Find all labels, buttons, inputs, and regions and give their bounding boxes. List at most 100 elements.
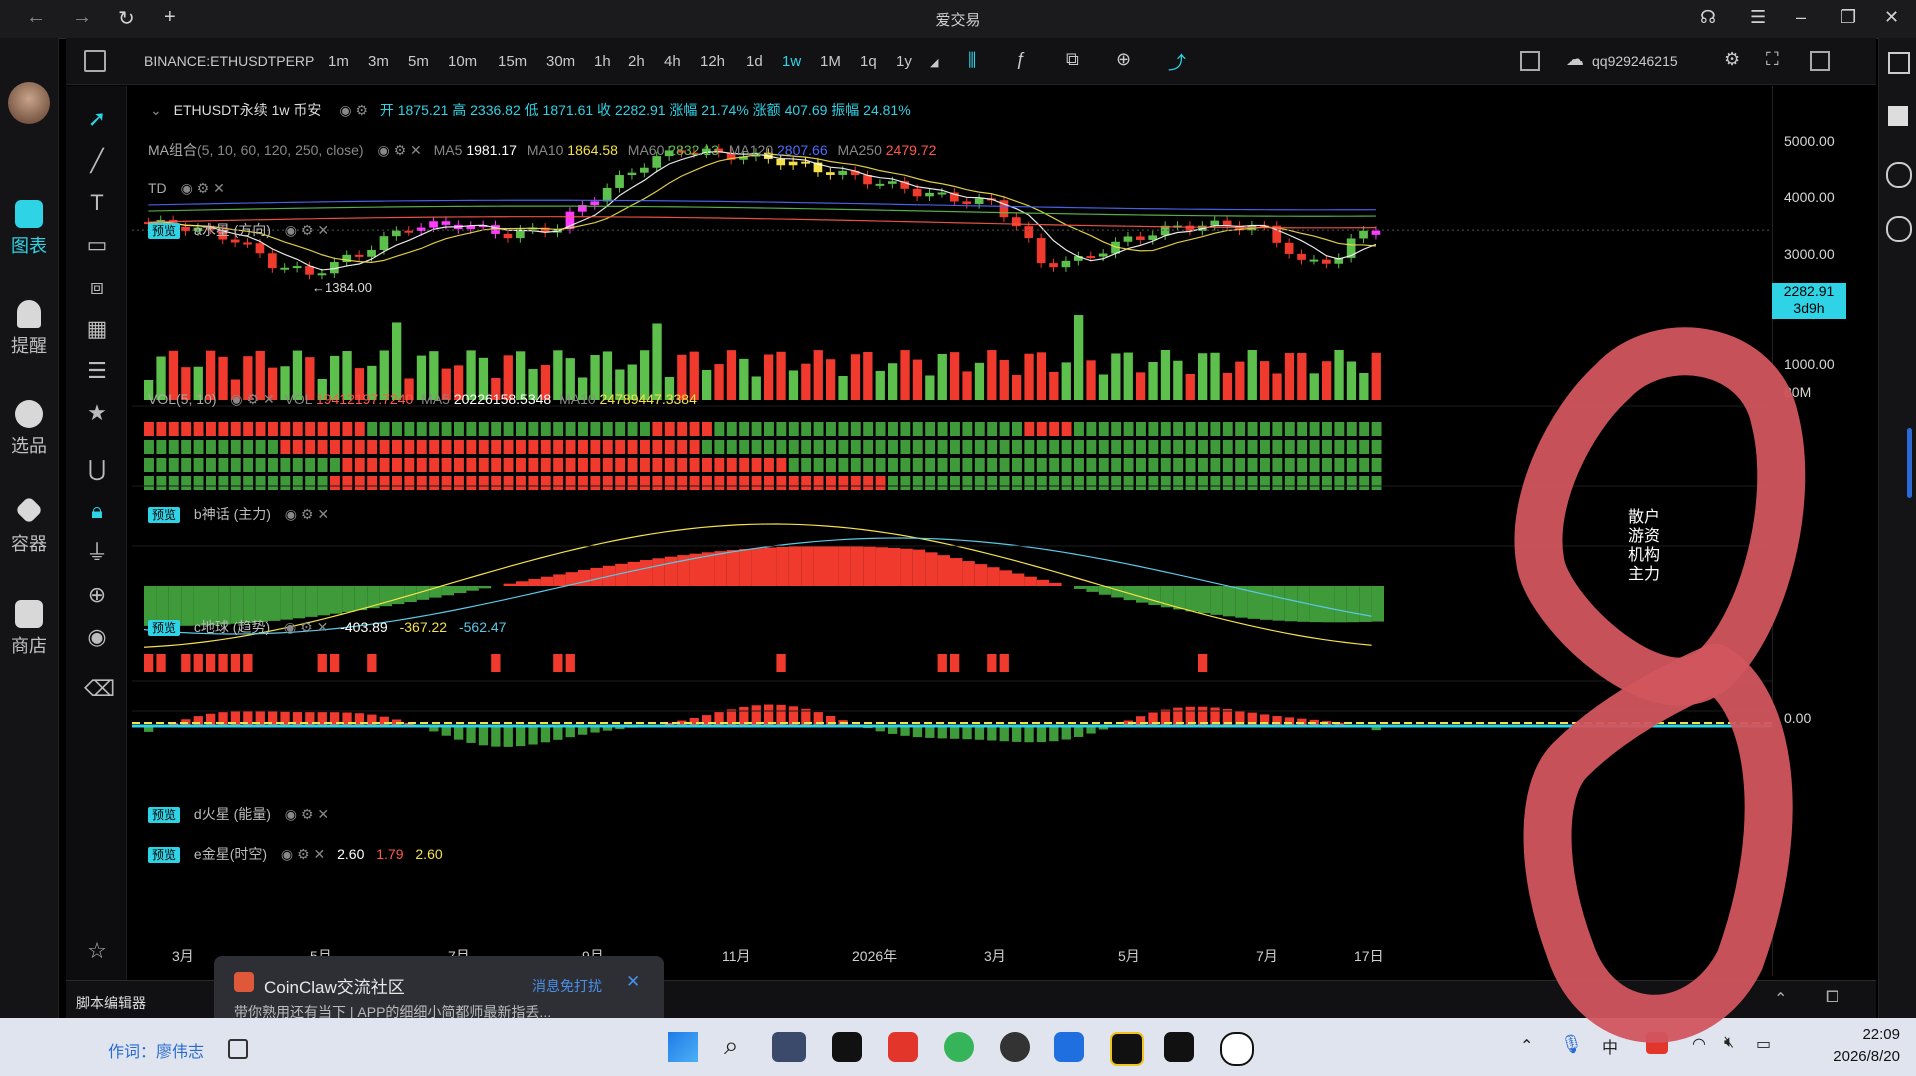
eye-icon[interactable]: ◉ [285,806,297,822]
sidebar-toggle-icon[interactable] [84,50,106,72]
wps-icon[interactable] [888,1032,918,1062]
timeframe-30m[interactable]: 30m [546,53,575,70]
close-icon[interactable]: ✕ [213,180,225,196]
eye-icon[interactable]: ◉ [285,222,297,238]
trendline-icon[interactable]: ╱ [84,148,110,174]
timeframe-3m[interactable]: 3m [368,53,389,70]
settings-icon[interactable]: ⚙ [301,806,314,822]
menu-icon[interactable]: ☰ [1750,7,1766,28]
app-icon-1[interactable] [772,1032,806,1062]
nav-item-picker[interactable]: 选品 [0,400,58,458]
avatar[interactable] [8,82,50,124]
close-icon[interactable]: ✕ [263,391,275,407]
close-icon[interactable]: ✕ [317,506,329,522]
settings-icon[interactable]: ⚙ [394,142,407,158]
chart-canvas[interactable]: ←1384.00 [132,86,1772,976]
close-icon[interactable]: ✕ [1884,7,1899,28]
star-tool-icon[interactable]: ★ [84,400,110,426]
eye-hide-icon[interactable]: ◉ [84,624,110,650]
speaker-mute-icon[interactable]: 🔇︎ [1724,1034,1734,1052]
close-icon[interactable]: ✕ [317,619,329,635]
aijiaoyi-icon[interactable] [1110,1032,1144,1066]
crop-icon[interactable]: ⧈ [84,274,110,300]
timeframe-1M[interactable]: 1M [820,53,841,70]
close-notification-icon[interactable]: ✕ [626,972,640,992]
close-icon[interactable]: ✕ [317,806,329,822]
settings-icon[interactable]: ⚙ [301,506,314,522]
headset-icon[interactable]: ☊ [1700,7,1716,28]
symbol-selector[interactable]: BINANCE:ETHUSDTPERP [144,53,314,69]
settings-icon[interactable]: ⚙ [1724,49,1740,70]
eye-icon[interactable]: ◉ [181,180,193,196]
alert-add-icon[interactable]: ⊕ [1116,49,1131,70]
timeframe-1q[interactable]: 1q [860,53,877,70]
timeframe-15m[interactable]: 15m [498,53,527,70]
timeframe-1w[interactable]: 1w [782,53,801,70]
nav-item-chart[interactable]: 图表 [0,200,58,258]
settings-icon[interactable]: ⚙ [197,180,210,196]
watchlist-icon[interactable] [1888,52,1910,74]
compare-icon[interactable]: ⧉ [1066,49,1079,70]
favorite-icon[interactable]: ☆ [84,938,110,964]
magnet-icon[interactable]: ⋃ [84,456,110,482]
wifi-icon[interactable]: ◠ [1692,1034,1706,1054]
script-editor-tab[interactable]: 脚本编辑器 [76,993,146,1013]
eraser-icon[interactable]: ⌫ [84,676,115,702]
timeframe-12h[interactable]: 12h [700,53,725,70]
panel-toggle-icon[interactable] [1810,51,1830,71]
eye-icon[interactable]: ◉ [281,846,293,862]
collapse-icon[interactable]: ⌄ [150,102,162,118]
eye-icon[interactable]: ◉ [285,506,297,522]
qq-chat-icon[interactable] [1164,1032,1194,1062]
candle-style-icon[interactable]: ⫼ [968,50,976,71]
maximize-panel-icon[interactable]: ⧠ [1826,989,1839,1007]
close-icon[interactable]: ✕ [317,222,329,238]
timeframe-1d[interactable]: 1d [746,53,763,70]
target-icon[interactable]: ⊕ [84,582,110,608]
timeframe-10m[interactable]: 10m [448,53,477,70]
timeframe-1m[interactable]: 1m [328,53,349,70]
news-icon[interactable] [1888,106,1908,126]
settings-icon[interactable]: ⚙ [355,102,368,118]
fib-icon[interactable]: ☰ [84,358,110,384]
user-account[interactable]: qq929246215 [1592,53,1678,69]
minimize-icon[interactable]: – [1796,7,1806,28]
price-scale[interactable] [1772,86,1877,976]
settings-icon[interactable]: ⚙ [246,391,259,407]
expand-icon[interactable]: ⌃ [1774,989,1787,1009]
mute-button[interactable]: 消息免打扰 [532,976,602,996]
eye-icon[interactable]: ◉ [230,391,242,407]
text-icon[interactable]: T [84,190,110,216]
timeframe-4h[interactable]: 4h [664,53,681,70]
timeframe-1h[interactable]: 1h [594,53,611,70]
edge-icon[interactable] [944,1032,974,1062]
cursor-icon[interactable]: ➚ [84,106,110,132]
fullscreen-icon[interactable]: ⛶ [1766,49,1779,70]
microphone-icon[interactable]: 🎙︎ [1560,1034,1583,1055]
ime-icon[interactable]: 中 [1602,1034,1618,1058]
nav-item-shop[interactable]: 商店 [0,600,58,658]
close-icon[interactable]: ✕ [410,142,422,158]
lyrics-toggle-icon[interactable] [228,1039,248,1059]
eye-icon[interactable]: ◉ [284,619,296,635]
replay-icon[interactable]: ⤴ [1168,49,1186,75]
restore-icon[interactable]: ❐ [1840,7,1856,28]
clock-icon[interactable] [1886,216,1912,242]
layout-icon[interactable] [1520,51,1540,71]
cloud-icon[interactable]: ☁ [1566,49,1584,70]
settings-icon[interactable]: ⚙ [297,846,310,862]
close-icon[interactable]: ✕ [313,846,325,862]
search-icon[interactable]: ⌕ [724,1030,739,1062]
settings-icon[interactable]: ⚙ [301,222,314,238]
battery-icon[interactable]: ▭ [1756,1034,1771,1054]
chart-area[interactable]: ←1384.00 [132,86,1772,976]
timeframe-5m[interactable]: 5m [408,53,429,70]
trade-icon[interactable] [1886,162,1912,188]
kuaishou-icon[interactable] [1054,1032,1084,1062]
indicator-add-icon[interactable]: ƒ [1016,49,1026,70]
filter-icon[interactable]: ⏚ [84,540,110,566]
tray-expand-icon[interactable]: ⌃ [1520,1036,1533,1056]
obs-icon[interactable] [1000,1032,1030,1062]
eye-icon[interactable]: ◉ [339,102,351,118]
timeframe-1y[interactable]: 1y [896,53,912,70]
